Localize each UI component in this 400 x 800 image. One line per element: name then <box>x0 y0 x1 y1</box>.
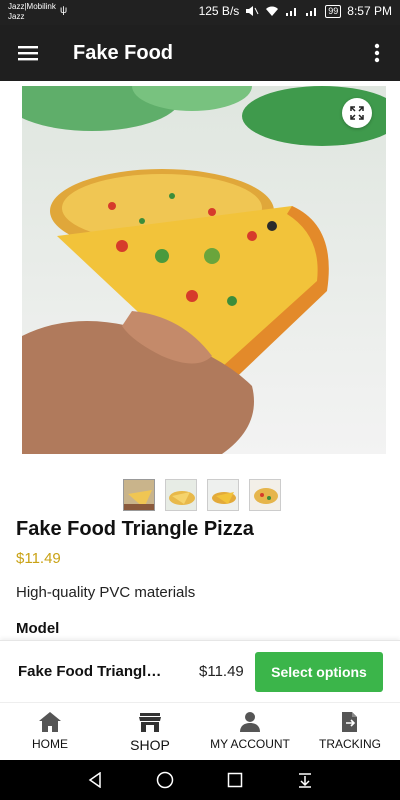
more-options-button[interactable] <box>362 35 392 71</box>
carrier-line-2: Jazz <box>8 12 25 21</box>
usb-icon: ψ <box>60 5 68 16</box>
bottom-nav: HOME SHOP MY ACCOUNT TRACKING <box>0 702 400 760</box>
nav-item-account[interactable]: MY ACCOUNT <box>200 703 300 760</box>
thumbnail-strip <box>123 479 281 511</box>
nav-label-shop: SHOP <box>130 737 170 753</box>
recents-icon <box>227 772 243 788</box>
wifi-icon <box>266 6 279 16</box>
nav-item-shop[interactable]: SHOP <box>100 703 200 760</box>
signal-icon-2 <box>306 8 317 16</box>
app-bar: Fake Food <box>0 25 400 81</box>
pull-down-icon <box>299 773 311 788</box>
menu-button[interactable] <box>10 35 46 71</box>
pizza-photo <box>22 86 386 454</box>
sticky-product-price: $11.49 <box>199 663 244 680</box>
battery-icon: 99 <box>325 4 342 18</box>
app-title: Fake Food <box>73 42 174 64</box>
status-bar: Jazz|Mobilink Jazz ψ 125 B/s 99 8:57 PM <box>0 0 400 25</box>
home-circle-icon <box>156 771 174 789</box>
product-image[interactable] <box>22 86 386 454</box>
hamburger-icon <box>18 46 38 61</box>
tracking-icon <box>342 712 357 732</box>
model-label: Model <box>16 620 60 637</box>
nav-label-home: HOME <box>32 737 68 751</box>
system-nav-bar <box>0 760 400 800</box>
thumbnail-1[interactable] <box>123 479 155 511</box>
product-title: Fake Food Triangle Pizza <box>16 518 254 540</box>
carrier-line-1: Jazz|Mobilink <box>8 2 56 11</box>
back-icon <box>88 772 101 788</box>
nav-label-account: MY ACCOUNT <box>210 737 290 751</box>
nav-item-tracking[interactable]: TRACKING <box>300 703 400 760</box>
network-speed: 125 B/s <box>198 4 240 18</box>
sticky-purchase-bar: Fake Food Triangle Pizza $11.49 Select o… <box>0 640 400 702</box>
sticky-product-name: Fake Food Triangle Pizza <box>18 663 168 680</box>
expand-icon <box>350 106 364 120</box>
carrier-name: Jazz|Mobilink Jazz <box>8 2 56 22</box>
select-options-button[interactable]: Select options <box>255 652 383 692</box>
home-icon <box>39 712 61 732</box>
thumbnail-2[interactable] <box>165 479 197 511</box>
product-description: High-quality PVC materials <box>16 584 196 601</box>
signal-icon <box>286 8 297 16</box>
mute-icon <box>246 6 259 16</box>
shop-icon <box>139 713 161 732</box>
notification-pull-button[interactable] <box>290 765 320 795</box>
home-system-button[interactable] <box>150 765 180 795</box>
zoom-button[interactable] <box>342 98 372 128</box>
nav-label-tracking: TRACKING <box>318 737 381 751</box>
recents-button[interactable] <box>220 765 250 795</box>
account-icon <box>240 712 260 732</box>
back-button[interactable] <box>80 765 110 795</box>
thumbnail-3[interactable] <box>207 479 239 511</box>
nav-item-home[interactable]: HOME <box>0 703 100 760</box>
product-price: $11.49 <box>16 550 61 567</box>
thumbnail-4[interactable] <box>249 479 281 511</box>
status-right: 125 B/s 99 8:57 PM <box>199 4 392 18</box>
clock: 8:57 PM <box>347 4 392 18</box>
more-vert-icon <box>374 43 380 63</box>
